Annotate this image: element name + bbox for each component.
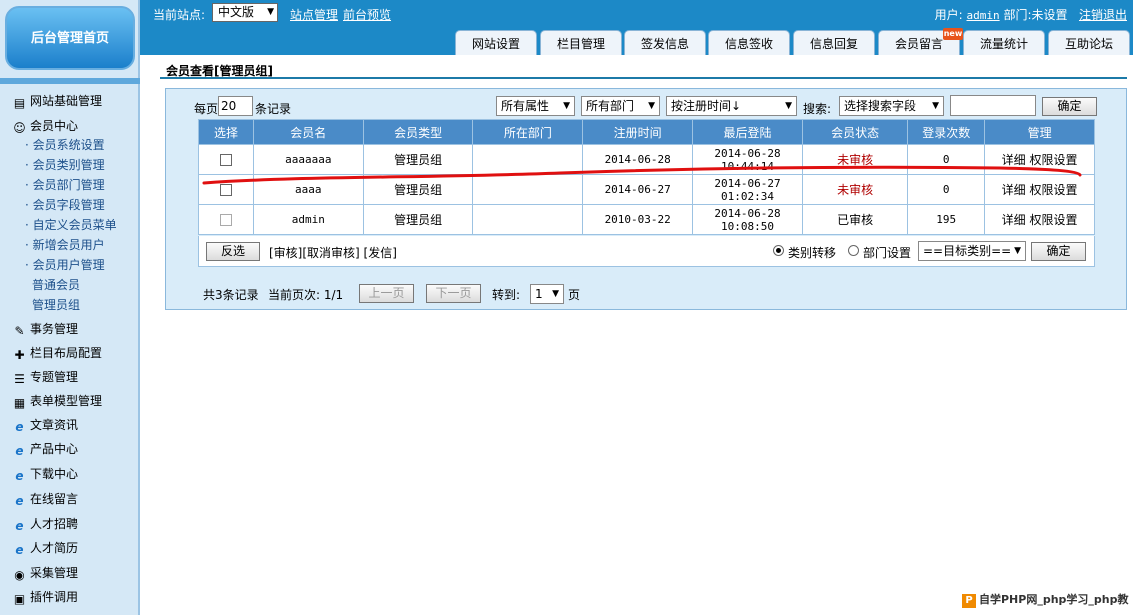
php-logo-icon: P [962,594,976,608]
watermark-text: 自学PHP网_php学习_php教 [979,593,1129,606]
red-annotation-stroke [202,165,1082,185]
watermark: P 自学PHP网_php学习_php教 [962,591,1129,608]
